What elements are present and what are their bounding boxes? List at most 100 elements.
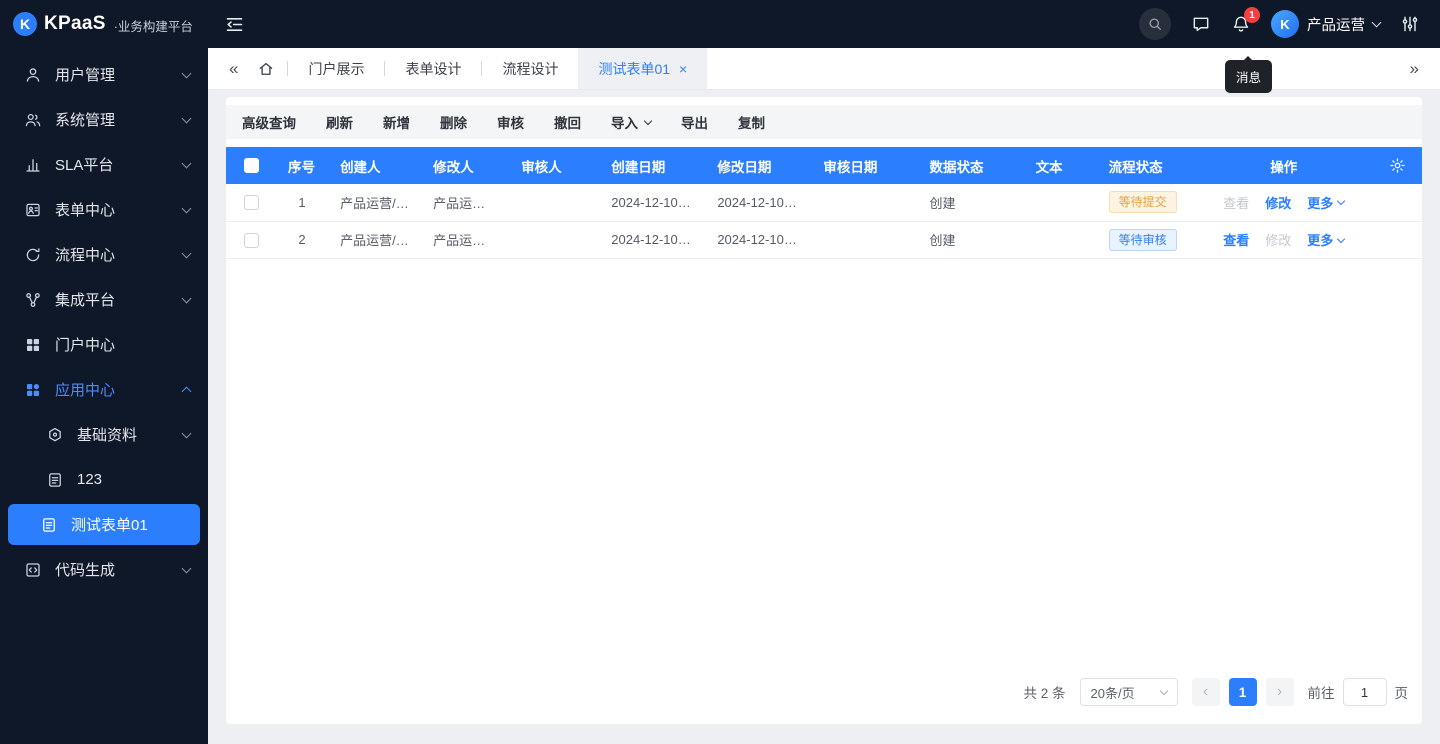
cell-text <box>1024 184 1097 221</box>
cell-create-date: 2024-12-10 1... <box>599 221 705 258</box>
tab-test-form-01[interactable]: 测试表单01 × <box>578 48 707 89</box>
refresh-button[interactable]: 刷新 <box>326 112 353 132</box>
sidebar-item-test-form-01[interactable]: 测试表单01 <box>8 504 200 545</box>
cell-text <box>1024 221 1097 258</box>
table-row[interactable]: 1 产品运营/xu... 产品运营/x... 2024-12-10 1... 2… <box>226 184 1422 221</box>
sidebar-item-user-management[interactable]: 用户管理 <box>0 52 208 97</box>
tabs-scroll-right-icon[interactable]: » <box>1401 59 1428 79</box>
toolbar: 高级查询 刷新 新增 删除 审核 撤回 导入 导出 复制 <box>226 105 1422 139</box>
chevron-down-icon <box>183 118 190 122</box>
current-page-button[interactable]: 1 <box>1229 678 1257 706</box>
add-button[interactable]: 新增 <box>383 112 410 132</box>
row-checkbox[interactable] <box>244 195 259 210</box>
home-icon[interactable] <box>257 60 275 78</box>
row-checkbox[interactable] <box>244 233 259 248</box>
cell-modifier: 产品运营/x... <box>421 221 509 258</box>
sidebar-item-system-management[interactable]: 系统管理 <box>0 97 208 142</box>
advanced-query-button[interactable]: 高级查询 <box>242 112 296 132</box>
withdraw-button[interactable]: 撤回 <box>554 112 581 132</box>
sidebar-item-integration-platform[interactable]: 集成平台 <box>0 277 208 322</box>
column-header-flow-status: 流程状态 <box>1097 147 1194 184</box>
chevron-down-icon <box>183 433 190 437</box>
more-link[interactable]: 更多 <box>1307 230 1344 249</box>
chevron-down-icon <box>183 253 190 257</box>
sidebar-item-process-center[interactable]: 流程中心 <box>0 232 208 277</box>
goto-label: 前往 <box>1308 682 1335 702</box>
delete-button[interactable]: 删除 <box>440 112 467 132</box>
next-page-button[interactable]: › <box>1266 678 1294 706</box>
total-count-label: 共 2 条 <box>1023 682 1065 702</box>
chevron-down-icon <box>1337 197 1345 205</box>
sidebar-item-sla-platform[interactable]: SLA平台 <box>0 142 208 187</box>
top-right-actions: 1 K 产品运营 <box>1139 8 1420 40</box>
goto-page-input[interactable] <box>1343 678 1387 706</box>
notification-count-badge: 1 <box>1244 7 1260 23</box>
view-link[interactable]: 查看 <box>1223 193 1249 212</box>
cell-creator: 产品运营/xu... <box>328 221 421 258</box>
chevron-down-icon <box>644 117 652 125</box>
cell-modify-date: 2024-12-10 1... <box>705 184 811 221</box>
chevron-down-icon <box>1337 234 1345 242</box>
column-settings-gear-icon[interactable] <box>1389 157 1406 174</box>
sidebar-item-code-generation[interactable]: 代码生成 <box>0 547 208 592</box>
brand-name: KPaaS <box>44 13 106 35</box>
sidebar-item-basic-data[interactable]: 基础资料 <box>0 412 208 457</box>
import-button[interactable]: 导入 <box>611 112 651 132</box>
chevron-down-icon <box>183 163 190 167</box>
sidebar-item-portal-center[interactable]: 门户中心 <box>0 322 208 367</box>
view-link[interactable]: 查看 <box>1223 230 1249 249</box>
select-all-checkbox[interactable] <box>244 158 259 173</box>
column-header-create-date: 创建日期 <box>599 147 705 184</box>
page-size-select[interactable]: 20条/页 <box>1080 678 1178 706</box>
brand-logo-icon: K <box>13 12 37 36</box>
document-icon <box>46 471 64 489</box>
message-icon[interactable] <box>1191 14 1211 34</box>
copy-button[interactable]: 复制 <box>738 112 765 132</box>
cell-index: 1 <box>276 184 328 221</box>
search-button[interactable] <box>1139 8 1171 40</box>
user-menu[interactable]: K 产品运营 <box>1271 10 1380 38</box>
column-header-index: 序号 <box>276 147 328 184</box>
export-button[interactable]: 导出 <box>681 112 708 132</box>
brand-logo[interactable]: K KPaaS ·业务构建平台 <box>0 0 208 48</box>
prev-page-button[interactable]: ‹ <box>1192 678 1220 706</box>
column-header-creator: 创建人 <box>328 147 421 184</box>
close-icon[interactable]: × <box>679 61 687 77</box>
cell-auditor <box>509 184 599 221</box>
top-bar: 1 K 产品运营 <box>208 0 1440 48</box>
edit-link[interactable]: 修改 <box>1265 230 1291 249</box>
data-panel: 高级查询 刷新 新增 删除 审核 撤回 导入 导出 复制 <box>226 97 1422 724</box>
chevron-down-icon <box>1159 687 1167 695</box>
content-wrapper: 高级查询 刷新 新增 删除 审核 撤回 导入 导出 复制 <box>208 90 1440 744</box>
tabs-scroll-left-icon[interactable]: « <box>220 59 247 79</box>
sidebar-collapse-icon[interactable] <box>224 14 245 35</box>
notification-bell-icon[interactable]: 1 <box>1231 14 1251 34</box>
column-header-text: 文本 <box>1024 147 1097 184</box>
flow-status-badge: 等待提交 <box>1109 191 1177 213</box>
table-row[interactable]: 2 产品运营/xu... 产品运营/x... 2024-12-10 1... 2… <box>226 221 1422 258</box>
tab-form-design[interactable]: 表单设计 <box>385 48 481 89</box>
cell-audit-date <box>811 221 917 258</box>
form-card-icon <box>24 201 42 219</box>
sidebar: K KPaaS ·业务构建平台 用户管理 系统管理 SLA平台 <box>0 0 208 744</box>
sidebar-item-123[interactable]: 123 <box>0 457 208 502</box>
data-table: 序号 创建人 修改人 审核人 创建日期 修改日期 审核日期 数据状态 文本 流程… <box>226 147 1422 259</box>
tab-process-design[interactable]: 流程设计 <box>482 48 578 89</box>
sidebar-item-form-center[interactable]: 表单中心 <box>0 187 208 232</box>
cell-auditor <box>509 221 599 258</box>
tab-portal-display[interactable]: 门户展示 <box>288 48 384 89</box>
column-header-actions: 操作 <box>1194 147 1374 184</box>
audit-button[interactable]: 审核 <box>497 112 524 132</box>
cell-modifier: 产品运营/x... <box>421 184 509 221</box>
chevron-down-icon <box>183 298 190 302</box>
sidebar-nav: 用户管理 系统管理 SLA平台 表单中心 流程中心 <box>0 48 208 592</box>
tune-settings-icon[interactable] <box>1400 14 1420 34</box>
edit-link[interactable]: 修改 <box>1265 193 1291 212</box>
avatar: K <box>1271 10 1299 38</box>
brand-subtitle: ·业务构建平台 <box>114 16 193 35</box>
more-link[interactable]: 更多 <box>1307 193 1344 212</box>
column-header-auditor: 审核人 <box>509 147 599 184</box>
hexagon-icon <box>46 426 64 444</box>
sidebar-item-app-center[interactable]: 应用中心 <box>0 367 208 412</box>
code-icon <box>24 561 42 579</box>
